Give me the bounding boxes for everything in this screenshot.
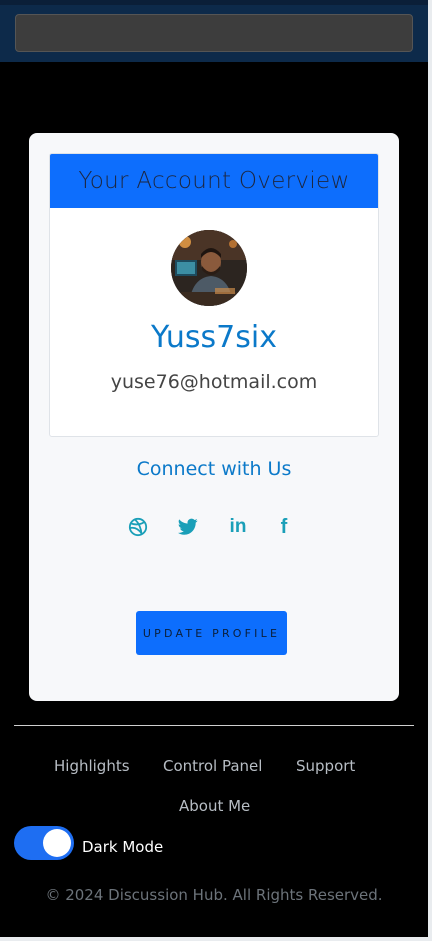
dark-mode-label: Dark Mode	[82, 838, 164, 856]
twitter-icon[interactable]	[176, 515, 200, 539]
copyright-text: © 2024 Discussion Hub. All Rights Reserv…	[45, 886, 383, 904]
avatar	[171, 230, 247, 306]
footer-link-about-me[interactable]: About Me	[179, 797, 250, 815]
facebook-icon[interactable]: f	[272, 515, 296, 539]
account-overview-panel: Your Account Overview Yuss7six yuse76@ho…	[49, 153, 379, 437]
linkedin-icon[interactable]: in	[226, 515, 250, 539]
page-edge-right	[428, 0, 432, 941]
dribbble-icon[interactable]	[126, 515, 150, 539]
footer-link-support[interactable]: Support	[296, 757, 355, 775]
footer-divider	[14, 725, 414, 726]
page-edge-bottom	[0, 937, 432, 941]
user-photo-icon	[171, 230, 247, 306]
username: Yuss7six	[151, 320, 277, 355]
email-address: yuse76@hotmail.com	[110, 371, 318, 393]
update-profile-button[interactable]: UPDATE PROFILE	[136, 611, 287, 655]
dark-mode-toggle[interactable]	[14, 826, 74, 860]
top-navbar	[0, 0, 428, 62]
search-input[interactable]	[15, 14, 413, 52]
social-links: in f	[29, 515, 399, 539]
connect-heading: Connect with Us	[136, 458, 292, 480]
profile-card: Your Account Overview Yuss7six yuse76@ho…	[29, 133, 399, 701]
account-overview-title: Your Account Overview	[50, 154, 378, 208]
footer-link-highlights[interactable]: Highlights	[54, 757, 130, 775]
footer-link-control-panel[interactable]: Control Panel	[163, 757, 262, 775]
toggle-knob	[43, 829, 71, 857]
